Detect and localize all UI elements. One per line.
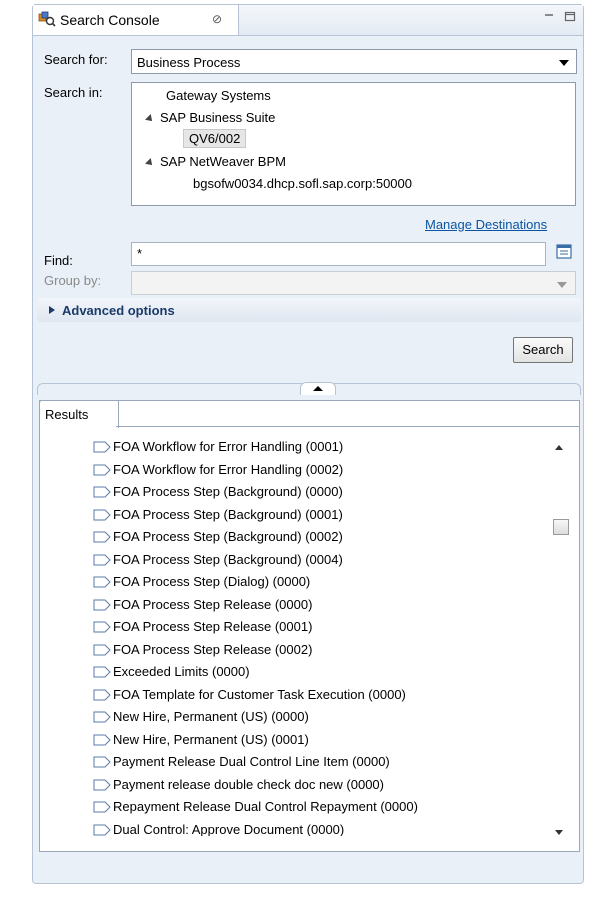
list-item-label: FOA Workflow for Error Handling (0002) [113,461,344,477]
maximize-icon[interactable] [563,9,577,23]
content-assist-icon[interactable] [555,243,573,261]
process-shape-icon [93,531,111,543]
results-tab-label: Results [45,407,89,422]
process-shape-icon [93,621,111,633]
search-console-view: Search Console ⊘ Search for: Business Pr… [32,4,584,884]
expanded-triangle-icon[interactable] [145,157,155,168]
results-pane: Results FOA Workflow for Error Handling … [39,400,580,852]
tree-node-qv6-002[interactable]: QV6/002 [183,129,247,148]
list-item-label: FOA Process Step Release (0001) [113,619,313,634]
search-button[interactable]: Search [513,337,573,363]
expanded-triangle-icon[interactable] [145,113,155,124]
collapse-sash-button[interactable] [300,382,336,395]
tab-close-icon[interactable]: ⊘ [212,12,222,26]
process-shape-icon [93,599,111,610]
find-value: * [137,246,143,261]
chevron-down-icon [559,60,569,66]
list-item-label: FOA Workflow for Error Handling (0001) [113,439,344,454]
list-item-label: New Hire, Permanent (US) (0001) [113,731,309,747]
list-item-label: FOA Process Step (Background) (0004) [113,551,343,567]
process-shape-icon [93,576,111,588]
search-for-select[interactable]: Business Process [131,49,577,74]
find-label: Find: [44,253,73,268]
search-for-value: Business Process [137,55,241,70]
search-in-label: Search in: [44,85,103,100]
results-tab-line [116,426,579,427]
scroll-down-icon[interactable] [555,830,563,835]
find-input[interactable]: * [131,242,546,266]
view-tab-bar: Search Console ⊘ [33,5,583,36]
list-item-label: Exceeded Limits (0000) [113,664,250,679]
list-item-label: New Hire, Permanent (US) (0000) [113,709,309,724]
process-shape-icon [93,441,111,453]
list-item-label: FOA Process Step (Dialog) (0000) [113,574,311,589]
process-shape-icon [93,734,111,745]
process-shape-icon [93,689,111,700]
list-item-label: FOA Process Step (Background) (0001) [113,506,343,522]
tree-node-label: Gateway Systems [166,88,271,103]
list-item-label: FOA Process Step Release (0002) [113,641,313,657]
collapsed-triangle-icon [49,306,55,314]
process-shape-icon [93,554,111,565]
sash-divider[interactable] [37,382,581,395]
process-shape-icon [93,509,111,520]
group-by-label: Group by: [44,273,102,288]
list-item-label: Dual Control: Approve Document (0000) [113,821,345,837]
tab-title: Search Console [60,12,160,28]
process-shape-icon [93,711,111,723]
manage-destinations-link[interactable]: Manage Destinations [425,217,547,232]
search-in-tree[interactable]: Gateway Systems SAP Business Suite QV6/0… [131,82,576,206]
process-shape-icon [93,486,111,498]
results-list: FOA Workflow for Error Handling (0001) FO… [90,436,545,836]
list-item-label: Payment release double check doc new (00… [113,776,384,792]
tab-search-console[interactable]: Search Console ⊘ [33,5,239,35]
tab-results[interactable]: Results [39,400,119,428]
tree-node-gateway-systems[interactable]: Gateway Systems [166,88,271,103]
process-shape-icon [93,824,111,835]
tree-node-sap-netweaver-bpm[interactable]: SAP NetWeaver BPM [145,154,286,169]
process-shape-icon [93,801,111,813]
chevron-up-icon [313,386,323,391]
process-shape-icon [93,666,111,678]
tree-node-label: bgsofw0034.dhcp.sofl.sap.corp:50000 [193,176,412,191]
list-item-label: FOA Process Step (Background) (0002) [113,529,343,544]
list-item-label: Repayment Release Dual Control Repayment… [113,799,418,814]
list-item-label: FOA Process Step Release (0000) [113,596,313,612]
list-item-label: FOA Process Step (Background) (0000) [113,484,343,499]
tree-node-label: SAP NetWeaver BPM [160,154,286,169]
tree-node-bgsofw0034[interactable]: bgsofw0034.dhcp.sofl.sap.corp:50000 [193,176,412,191]
tree-node-label: QV6/002 [183,129,247,148]
scroll-up-icon[interactable] [555,445,563,450]
list-item-label: FOA Template for Customer Task Execution… [113,686,406,702]
advanced-options-label: Advanced options [62,303,175,318]
process-shape-icon [93,756,111,768]
advanced-options-toggle[interactable]: Advanced options [37,298,581,322]
group-by-select[interactable] [131,271,576,295]
list-item-label: Payment Release Dual Control Line Item (… [113,754,390,769]
search-console-icon [38,11,56,27]
process-shape-icon [93,644,111,655]
results-scrollbar[interactable] [550,439,570,841]
chevron-down-icon [557,282,567,288]
scrollbar-thumb[interactable] [553,519,569,535]
process-shape-icon [93,464,111,475]
search-for-label: Search for: [44,52,108,67]
tree-node-sap-business-suite[interactable]: SAP Business Suite [145,110,276,125]
tree-node-label: SAP Business Suite [160,110,276,125]
minimize-icon[interactable] [542,9,556,23]
process-shape-icon [93,779,111,790]
